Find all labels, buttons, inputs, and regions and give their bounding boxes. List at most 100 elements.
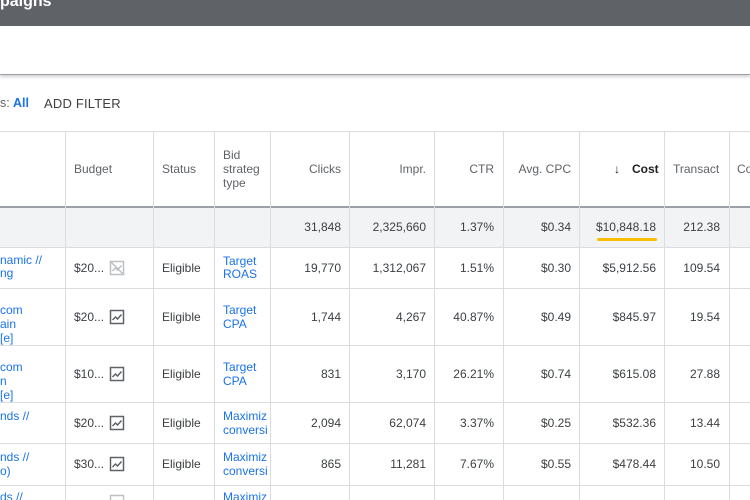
row-divider [0,402,750,403]
campaign-name-line3[interactable]: [e] [0,331,62,345]
avg-cpc-value: $0.49 [540,310,571,324]
add-filter-button[interactable]: ADD FILTER [44,96,121,111]
column-header-impr[interactable]: Impr. [351,162,426,176]
status-value: Eligible [162,310,201,324]
bid-strategy-line1[interactable]: Maximiz [223,490,269,500]
campaign-name-line2[interactable]: o) [0,464,62,478]
ctr-value: 26.21% [453,367,494,381]
transact-value: 10.50 [689,457,720,471]
campaign-name-line1[interactable]: ds // [0,490,62,500]
impr-value: 4,267 [395,310,426,324]
campaign-name-line2[interactable]: n [0,374,62,388]
status-value: Eligible [162,457,201,471]
line-chart-icon[interactable] [109,494,125,500]
bid-strategy-line1[interactable]: Maximiz [223,450,269,464]
campaign-name-line1[interactable]: com [0,360,62,374]
column-header-bid-strategy-line1[interactable]: Bid [223,148,269,162]
campaign-name-line2[interactable]: ng [0,267,62,280]
clicks-value: 865 [320,457,341,471]
campaign-name-line1[interactable]: com [0,303,62,317]
ctr-value: 40.87% [453,310,494,324]
bid-strategy-line2[interactable]: CPA [223,317,269,331]
avg-cpc-value: $0.55 [540,457,571,471]
bid-strategy-line1[interactable]: Target [223,360,269,374]
column-header-ctr[interactable]: CTR [436,162,494,176]
column-divider [503,132,504,500]
campaign-name-line2[interactable]: ain [0,317,62,331]
line-chart-icon[interactable] [109,415,125,431]
total-avg-cpc: $0.34 [540,220,571,234]
column-divider [153,132,154,500]
bid-strategy-line2[interactable]: conversi [223,423,269,437]
column-divider [729,132,730,500]
column-header-transact[interactable]: Transact [673,162,729,176]
ctr-value: 1.51% [459,261,494,275]
search-bar[interactable] [0,26,750,75]
avg-cpc-value: $0.25 [540,416,571,430]
column-divider [579,132,580,500]
bid-strategy-line2[interactable]: CPA [223,374,269,388]
line-chart-icon[interactable] [109,366,125,382]
campaign-name-line1[interactable]: namic // [0,254,62,267]
row-divider [0,345,750,346]
column-divider [434,132,435,500]
status-value: Eligible [162,416,201,430]
column-header-status[interactable]: Status [162,162,196,176]
bid-strategy-line1[interactable]: Target [223,303,269,317]
impr-value: 3,170 [395,367,426,381]
cost-value: $532.36 [612,416,656,430]
campaign-name-line1[interactable]: nds // [0,409,62,423]
column-divider [664,132,665,500]
filter-label: s: [0,96,10,110]
column-header-budget[interactable]: Budget [74,162,112,176]
chart-off-icon[interactable] [109,260,125,276]
budget-value[interactable]: $10... [74,367,104,381]
sort-arrow-down-icon[interactable]: ↓ [614,162,620,176]
bid-strategy-line1[interactable]: Maximiz [223,409,269,423]
bid-strategy-line2[interactable]: conversi [223,464,269,478]
clicks-value: 1,744 [310,310,341,324]
campaign-name-line1[interactable]: nds // [0,450,62,464]
column-header-bid-strategy-line2[interactable]: strateg [223,162,269,176]
status-value: Eligible [162,367,201,381]
column-header-clicks[interactable]: Clicks [272,162,341,176]
column-divider [270,132,271,500]
total-transact: 212.38 [683,220,720,234]
column-divider [214,132,215,500]
column-header-avg-cpc[interactable]: Avg. CPC [505,162,571,176]
cost-value: $5,912.56 [602,261,656,275]
total-impr: 2,325,660 [372,220,426,234]
column-divider [349,132,350,500]
filter-value-all[interactable]: All [13,96,29,110]
column-header-bid-strategy-line3[interactable]: type [223,176,269,190]
bid-strategy-line2[interactable]: ROAS [223,267,269,281]
cost-value: $615.08 [612,367,656,381]
total-cost: $10,848.18 [595,220,656,234]
cost-highlight-underline [597,238,657,241]
bid-strategy-line1[interactable]: Target [223,254,269,268]
budget-value[interactable]: $20... [74,416,104,430]
clicks-value: 2,094 [310,416,341,430]
clicks-value: 19,770 [304,261,341,275]
budget-value[interactable]: $30... [74,457,104,471]
avg-cpc-value: $0.30 [540,261,571,275]
line-chart-icon[interactable] [109,456,125,472]
ctr-value: 3.37% [459,416,494,430]
column-header-co[interactable]: Co [737,162,750,176]
impr-value: 11,281 [390,457,426,471]
total-clicks: 31,848 [304,220,341,234]
campaign-name-line3[interactable]: [e] [0,388,62,402]
cost-value: $478.44 [612,457,656,471]
campaigns-table: Budget Status Bid strateg type Clicks Im… [0,131,750,500]
page-title: paigns [0,0,52,10]
transact-value: 27.88 [689,367,720,381]
budget-value[interactable]: $20... [74,261,104,275]
transact-value: 109.54 [683,261,720,275]
header-divider [0,206,750,208]
cost-value: $845.97 [612,310,656,324]
line-chart-icon[interactable] [109,309,125,325]
column-header-cost[interactable]: Cost [632,162,659,176]
column-divider [65,132,66,500]
transact-value: 19.54 [689,310,720,324]
budget-value[interactable]: $20... [74,310,104,324]
